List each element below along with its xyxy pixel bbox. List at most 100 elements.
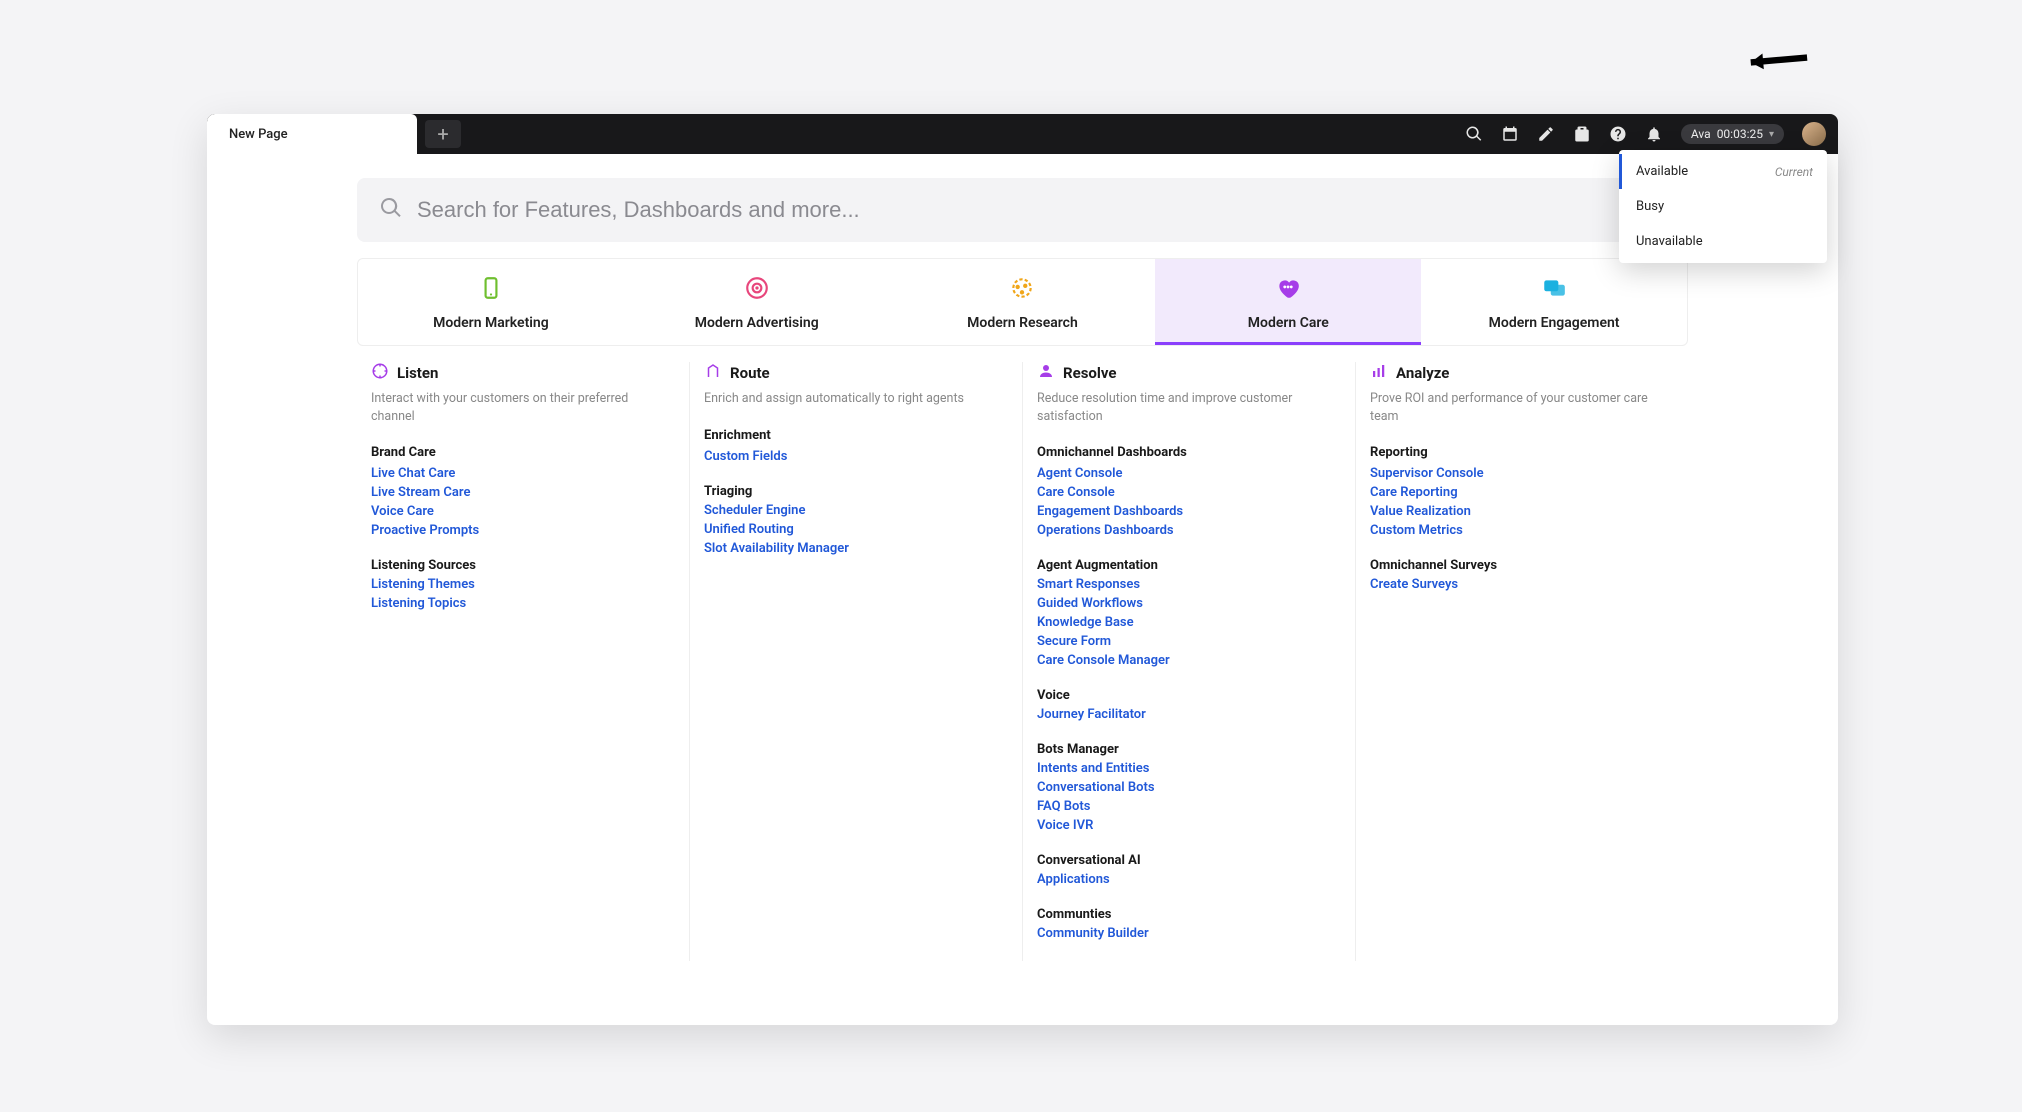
feature-columns: Listen Interact with your customers on t… bbox=[357, 362, 1688, 961]
feature-link[interactable]: Care Reporting bbox=[1370, 485, 1674, 500]
column-header: Analyze bbox=[1370, 362, 1674, 384]
feature-link[interactable]: Knowledge Base bbox=[1037, 615, 1341, 630]
feature-link[interactable]: Custom Fields bbox=[704, 449, 1008, 464]
status-option-busy[interactable]: Busy bbox=[1619, 189, 1827, 224]
status-option-unavailable[interactable]: Unavailable bbox=[1619, 224, 1827, 259]
column-resolve: Resolve Reduce resolution time and impro… bbox=[1023, 362, 1356, 961]
feature-link[interactable]: Voice Care bbox=[371, 504, 675, 519]
status-timer: 00:03:25 bbox=[1717, 127, 1763, 141]
feature-link[interactable]: Listening Topics bbox=[371, 596, 675, 611]
feature-link[interactable]: Slot Availability Manager bbox=[704, 541, 1008, 556]
feature-link[interactable]: Agent Console bbox=[1037, 466, 1341, 481]
feature-link[interactable]: Custom Metrics bbox=[1370, 523, 1674, 538]
search-icon[interactable] bbox=[1465, 125, 1483, 143]
feature-link[interactable]: Create Surveys bbox=[1370, 577, 1674, 592]
status-option-label: Unavailable bbox=[1636, 234, 1703, 249]
group-title: Voice bbox=[1037, 688, 1341, 703]
feature-link[interactable]: Unified Routing bbox=[704, 522, 1008, 537]
feature-link[interactable]: Engagement Dashboards bbox=[1037, 504, 1341, 519]
search-input[interactable] bbox=[417, 197, 1666, 223]
column-title: Listen bbox=[397, 364, 438, 382]
feature-link[interactable]: Smart Responses bbox=[1037, 577, 1341, 592]
column-listen: Listen Interact with your customers on t… bbox=[357, 362, 690, 961]
feature-link[interactable]: Care Console Manager bbox=[1037, 653, 1341, 668]
product-tab-label: Modern Advertising bbox=[695, 315, 819, 331]
column-title: Resolve bbox=[1063, 364, 1116, 382]
group-title: Omnichannel Surveys bbox=[1370, 558, 1674, 573]
chevron-down-icon: ▾ bbox=[1769, 129, 1774, 140]
feature-link[interactable]: Live Chat Care bbox=[371, 466, 675, 481]
product-tabs: Modern Marketing Modern Advertising Mode… bbox=[357, 258, 1688, 346]
feature-link[interactable]: FAQ Bots bbox=[1037, 799, 1341, 814]
group-title: Triaging bbox=[704, 484, 1008, 499]
page-tab-label: New Page bbox=[229, 127, 288, 142]
group-title: Agent Augmentation bbox=[1037, 558, 1341, 573]
feature-link[interactable]: Secure Form bbox=[1037, 634, 1341, 649]
product-tab-research[interactable]: Modern Research bbox=[890, 259, 1156, 345]
product-tab-marketing[interactable]: Modern Marketing bbox=[358, 259, 624, 345]
group-title: Omnichannel Dashboards bbox=[1037, 445, 1341, 460]
group-title: Communties bbox=[1037, 907, 1341, 922]
notifications-icon[interactable] bbox=[1645, 125, 1663, 143]
status-option-available[interactable]: Available Current bbox=[1619, 154, 1827, 189]
product-tab-engagement[interactable]: Modern Engagement bbox=[1421, 259, 1687, 345]
status-option-label: Available bbox=[1636, 164, 1688, 179]
column-route: Route Enrich and assign automatically to… bbox=[690, 362, 1023, 961]
feature-link[interactable]: Scheduler Engine bbox=[704, 503, 1008, 518]
feature-link[interactable]: Guided Workflows bbox=[1037, 596, 1341, 611]
edit-icon[interactable] bbox=[1537, 125, 1555, 143]
status-current-indicator: Current bbox=[1775, 165, 1813, 179]
search-bar[interactable] bbox=[357, 178, 1688, 242]
toolbar-right: Ava 00:03:25 ▾ bbox=[1465, 114, 1826, 154]
column-desc: Enrich and assign automatically to right… bbox=[704, 390, 1008, 408]
feature-link[interactable]: Journey Facilitator bbox=[1037, 707, 1341, 722]
feature-link[interactable]: Care Console bbox=[1037, 485, 1341, 500]
column-desc: Reduce resolution time and improve custo… bbox=[1037, 390, 1341, 425]
feature-link[interactable]: Intents and Entities bbox=[1037, 761, 1341, 776]
titlebar: New Page + Ava 00:03:25 ▾ bbox=[207, 114, 1838, 154]
listen-icon bbox=[371, 362, 389, 384]
group-title: Bots Manager bbox=[1037, 742, 1341, 757]
feature-link[interactable]: Conversational Bots bbox=[1037, 780, 1341, 795]
search-icon bbox=[379, 196, 403, 224]
group-title: Listening Sources bbox=[371, 558, 675, 573]
feature-link[interactable]: Voice IVR bbox=[1037, 818, 1341, 833]
new-tab-button[interactable]: + bbox=[425, 120, 461, 148]
feature-link[interactable]: Live Stream Care bbox=[371, 485, 675, 500]
clipboard-icon[interactable] bbox=[1573, 125, 1591, 143]
annotation-arrow-icon bbox=[1714, 4, 1829, 120]
status-dropdown: Available Current Busy Unavailable bbox=[1619, 150, 1827, 263]
research-icon bbox=[1009, 275, 1035, 305]
status-user-name: Ava bbox=[1691, 127, 1711, 141]
calendar-icon[interactable] bbox=[1501, 125, 1519, 143]
product-tab-label: Modern Research bbox=[967, 315, 1078, 331]
group-title: Brand Care bbox=[371, 445, 675, 460]
route-icon bbox=[704, 362, 722, 384]
column-title: Analyze bbox=[1396, 364, 1449, 382]
engagement-icon bbox=[1541, 275, 1567, 305]
product-tab-label: Modern Engagement bbox=[1489, 315, 1620, 331]
column-header: Route bbox=[704, 362, 1008, 384]
content-area: Modern Marketing Modern Advertising Mode… bbox=[207, 154, 1838, 961]
feature-link[interactable]: Community Builder bbox=[1037, 926, 1341, 941]
column-header: Resolve bbox=[1037, 362, 1341, 384]
group-title: Enrichment bbox=[704, 428, 1008, 443]
feature-link[interactable]: Listening Themes bbox=[371, 577, 675, 592]
avatar[interactable] bbox=[1802, 122, 1826, 146]
feature-link[interactable]: Proactive Prompts bbox=[371, 523, 675, 538]
status-pill[interactable]: Ava 00:03:25 ▾ bbox=[1681, 124, 1784, 144]
column-desc: Interact with your customers on their pr… bbox=[371, 390, 675, 425]
feature-link[interactable]: Operations Dashboards bbox=[1037, 523, 1341, 538]
product-tab-label: Modern Marketing bbox=[433, 315, 549, 331]
help-icon[interactable] bbox=[1609, 125, 1627, 143]
care-icon bbox=[1275, 275, 1301, 305]
feature-link[interactable]: Value Realization bbox=[1370, 504, 1674, 519]
column-header: Listen bbox=[371, 362, 675, 384]
product-tab-advertising[interactable]: Modern Advertising bbox=[624, 259, 890, 345]
feature-link[interactable]: Applications bbox=[1037, 872, 1341, 887]
column-analyze: Analyze Prove ROI and performance of you… bbox=[1356, 362, 1688, 961]
marketing-icon bbox=[478, 275, 504, 305]
feature-link[interactable]: Supervisor Console bbox=[1370, 466, 1674, 481]
page-tab[interactable]: New Page bbox=[207, 114, 417, 154]
product-tab-care[interactable]: Modern Care bbox=[1155, 259, 1421, 345]
